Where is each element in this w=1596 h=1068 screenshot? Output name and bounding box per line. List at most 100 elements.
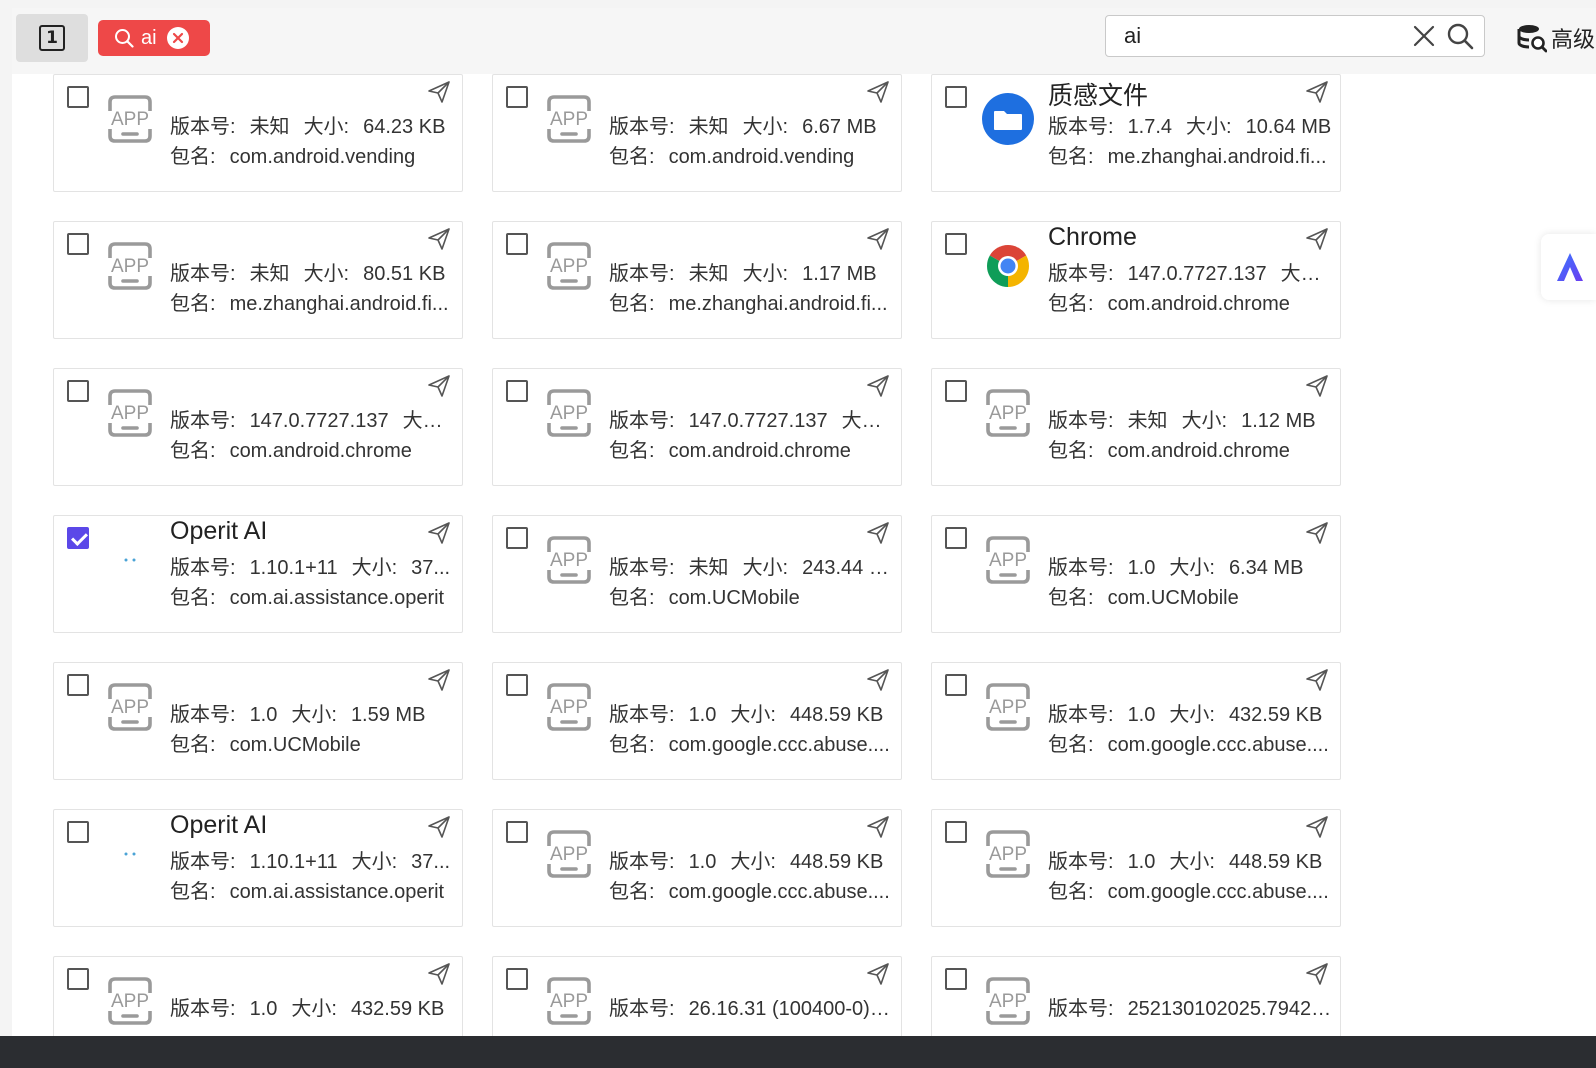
send-icon[interactable] [426,226,452,252]
select-checkbox[interactable] [67,527,89,549]
send-icon[interactable] [426,961,452,987]
app-card[interactable]: APP 版本号: 未知 大小: 64.23 KB 包名: com.android.vendi… [53,74,463,192]
version-label: 版本号: [170,410,236,432]
app-card[interactable]: APP 版本号: 1.0 大小: 448.59 KB 包名: com.google.ccc.… [492,809,902,927]
version-label: 版本号: [1048,851,1114,873]
select-checkbox[interactable] [945,674,967,696]
send-icon[interactable] [426,373,452,399]
app-placeholder-icon: APP [980,679,1036,735]
advanced-search-button[interactable]: 高级 [1517,20,1595,56]
send-icon[interactable] [1304,667,1330,693]
version-value: 1.10.1+11 [249,851,338,873]
select-checkbox[interactable] [945,233,967,255]
package-line: 包名: com.UCMobile [1048,581,1334,610]
app-card[interactable]: 质感文件 版本号: 1.7.4 大小: 10.64 MB 包名: me.zhanghai.a… [931,74,1341,192]
select-checkbox[interactable] [67,968,89,990]
send-icon[interactable] [426,79,452,105]
clear-search-icon[interactable] [1412,21,1436,51]
select-checkbox[interactable] [506,821,528,843]
send-icon[interactable] [1304,520,1330,546]
send-icon[interactable] [426,667,452,693]
send-icon[interactable] [1304,373,1330,399]
send-icon[interactable] [426,520,452,546]
select-checkbox[interactable] [506,233,528,255]
send-icon[interactable] [1304,814,1330,840]
search-icon [115,29,134,48]
package-line: 包名: com.android.chrome [170,434,456,463]
app-card[interactable]: APP 版本号: 未知 大小: 243.44 KB 包名: com.UCMobile [492,515,902,633]
toolbar: 1 ai ai 高级 [12,8,1596,74]
package-value: me.zhanghai.android.fi... [1107,146,1327,168]
package-line: 包名: com.android.chrome [1048,287,1334,316]
select-checkbox[interactable] [67,821,89,843]
select-checkbox[interactable] [67,233,89,255]
app-title: 质感文件 [1048,82,1149,110]
send-icon[interactable] [865,961,891,987]
svg-text:APP: APP [550,697,588,718]
filter-tag-label: ai [141,26,157,49]
app-card[interactable]: Operit AI 版本号: 1.10.1+11 大小: 37... 包名: com.ai.… [53,515,463,633]
app-card[interactable]: APP 版本号: 147.0.7727.137 大小... 包名: com.android… [492,368,902,486]
app-card[interactable]: APP 版本号: 1.0 大小: 448.59 KB 包名: com.google.ccc.… [492,662,902,780]
version-label: 版本号: [170,263,236,285]
app-placeholder-icon: APP [541,679,597,735]
app-card[interactable]: APP 版本号: 1.0 大小: 6.34 MB 包名: com.UCMobile [931,515,1341,633]
select-checkbox[interactable] [945,380,967,402]
search-submit-icon[interactable] [1446,21,1474,51]
select-checkbox[interactable] [945,821,967,843]
send-icon[interactable] [865,373,891,399]
floating-assistant-button[interactable] [1541,234,1596,300]
select-checkbox[interactable] [506,380,528,402]
app-card[interactable]: APP 版本号: 252130102025.7942... [931,956,1341,1036]
app-card[interactable]: APP 版本号: 未知 大小: 80.51 KB 包名: me.zhanghai.andro… [53,221,463,339]
select-checkbox[interactable] [506,86,528,108]
send-icon[interactable] [1304,79,1330,105]
search-input[interactable] [1106,17,1412,55]
send-icon[interactable] [865,226,891,252]
size-value: 6.34 MB [1228,557,1304,579]
operit-icon [102,826,158,882]
send-icon[interactable] [1304,226,1330,252]
select-checkbox[interactable] [67,674,89,696]
select-checkbox[interactable] [506,674,528,696]
select-checkbox[interactable] [506,527,528,549]
app-card[interactable]: APP 版本号: 1.0 大小: 432.59 KB [53,956,463,1036]
send-icon[interactable] [865,814,891,840]
send-icon[interactable] [865,520,891,546]
app-placeholder-icon: APP [102,238,158,294]
page-number-button[interactable]: 1 [16,14,88,62]
app-card[interactable]: Chrome 版本号: 147.0.7727.137 大小... 包名: com.andr… [931,221,1341,339]
app-card[interactable]: APP 版本号: 未知 大小: 1.12 MB 包名: com.android.chrome [931,368,1341,486]
filter-tag[interactable]: ai [98,20,210,56]
package-value: com.google.ccc.abuse.... [1107,734,1329,756]
remove-filter-icon[interactable] [166,27,189,49]
select-checkbox[interactable] [945,86,967,108]
select-checkbox[interactable] [945,968,967,990]
app-card[interactable]: APP 版本号: 1.0 大小: 1.59 MB 包名: com.UCMobile [53,662,463,780]
select-checkbox[interactable] [67,380,89,402]
select-checkbox[interactable] [67,86,89,108]
app-card[interactable]: Operit AI 版本号: 1.10.1+11 大小: 37... 包名: com.ai.… [53,809,463,927]
version-size-line: 版本号: 1.10.1+11 大小: 37... [170,551,456,580]
app-card[interactable]: APP 版本号: 未知 大小: 1.17 MB 包名: me.zhanghai.androi… [492,221,902,339]
size-label: 大小: [742,116,789,138]
version-size-line: 版本号: 147.0.7727.137 大小... [609,404,895,433]
select-checkbox[interactable] [945,527,967,549]
package-line: 包名: com.google.ccc.abuse.... [1048,875,1334,904]
app-card[interactable]: APP 版本号: 1.0 大小: 448.59 KB 包名: com.google.ccc.… [931,809,1341,927]
send-icon[interactable] [426,814,452,840]
version-value: 1.0 [249,998,278,1020]
version-label: 版本号: [609,410,675,432]
app-card[interactable]: APP 版本号: 147.0.7727.137 大小... 包名: com.android… [53,368,463,486]
app-card[interactable]: APP 版本号: 26.16.31 (100400-0)... [492,956,902,1036]
version-value: 1.0 [688,704,717,726]
package-line: 包名: com.google.ccc.abuse.... [609,728,895,757]
send-icon[interactable] [865,667,891,693]
select-checkbox[interactable] [506,968,528,990]
send-icon[interactable] [1304,961,1330,987]
app-card[interactable]: APP 版本号: 1.0 大小: 432.59 KB 包名: com.google.ccc.… [931,662,1341,780]
send-icon[interactable] [865,79,891,105]
app-card[interactable]: APP 版本号: 未知 大小: 6.67 MB 包名: com.android.vendin… [492,74,902,192]
svg-text:APP: APP [111,403,149,424]
app-placeholder-icon: APP [102,91,158,147]
